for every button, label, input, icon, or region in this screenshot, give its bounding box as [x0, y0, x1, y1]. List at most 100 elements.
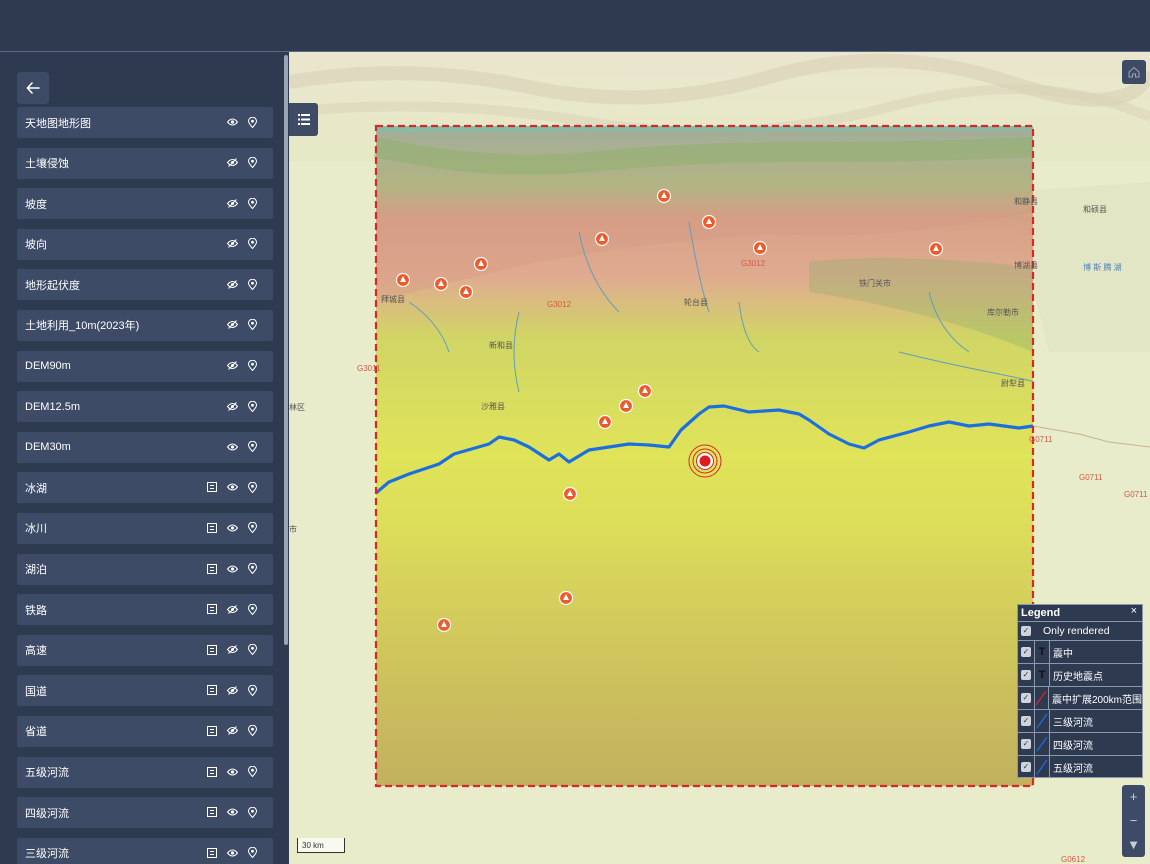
eye-icon[interactable]: [225, 805, 239, 819]
eye-icon[interactable]: [225, 846, 239, 860]
location-pin-icon[interactable]: [245, 277, 259, 291]
eye-off-icon[interactable]: [225, 602, 239, 616]
legend-item-checkbox[interactable]: ✓: [1021, 647, 1031, 657]
eye-icon[interactable]: [225, 765, 239, 779]
layer-item[interactable]: 高速: [17, 634, 273, 666]
only-rendered-checkbox[interactable]: ✓: [1021, 626, 1031, 636]
legend-item-checkbox[interactable]: ✓: [1021, 670, 1031, 680]
attribute-table-icon[interactable]: [205, 643, 219, 657]
legend-item[interactable]: ✓ 三级河流: [1018, 709, 1142, 732]
eye-off-icon[interactable]: [225, 724, 239, 738]
layer-item[interactable]: 土壤侵蚀: [17, 147, 273, 179]
location-pin-icon[interactable]: [245, 805, 259, 819]
layer-list-toggle-button[interactable]: [289, 103, 318, 136]
layer-item[interactable]: 五级河流: [17, 756, 273, 788]
home-button[interactable]: [1122, 60, 1146, 84]
attribute-table-icon[interactable]: [205, 765, 219, 779]
legend-item[interactable]: ✓ T 震中: [1018, 640, 1142, 663]
legend-item-checkbox[interactable]: ✓: [1021, 693, 1031, 703]
back-button[interactable]: [17, 72, 49, 104]
list-icon: [297, 114, 310, 125]
eye-off-icon[interactable]: [225, 196, 239, 210]
layer-item[interactable]: 土地利用_10m(2023年): [17, 309, 273, 341]
eye-icon[interactable]: [225, 562, 239, 576]
legend-item[interactable]: ✓ 震中扩展200km范围: [1018, 686, 1142, 709]
eye-off-icon[interactable]: [225, 156, 239, 170]
eye-off-icon[interactable]: [225, 683, 239, 697]
layer-item[interactable]: 地形起伏度: [17, 269, 273, 301]
attribute-table-icon[interactable]: [205, 683, 219, 697]
legend-item[interactable]: ✓ 四级河流: [1018, 732, 1142, 755]
zoom-out-button[interactable]: −: [1122, 809, 1145, 833]
legend-item-checkbox[interactable]: ✓: [1021, 762, 1031, 772]
legend-item[interactable]: ✓ T 历史地震点: [1018, 663, 1142, 686]
legend-item-checkbox[interactable]: ✓: [1021, 739, 1031, 749]
attribute-table-icon[interactable]: [205, 562, 219, 576]
layer-item[interactable]: 四级河流: [17, 797, 273, 829]
layer-item[interactable]: 三级河流: [17, 837, 273, 864]
attribute-table-icon[interactable]: [205, 480, 219, 494]
red-line-symbol-icon: [1033, 687, 1049, 709]
attribute-table-icon[interactable]: [205, 846, 219, 860]
legend-item-label: 震中: [1053, 648, 1073, 660]
eye-icon[interactable]: [225, 440, 239, 454]
eye-off-icon[interactable]: [225, 318, 239, 332]
blue-line-symbol-icon: [1034, 756, 1050, 778]
layer-item[interactable]: 湖泊: [17, 553, 273, 585]
legend-only-rendered-row[interactable]: ✓ Only rendered: [1018, 621, 1142, 640]
layer-controls: [225, 156, 259, 170]
attribute-table-icon[interactable]: [205, 521, 219, 535]
legend-item[interactable]: ✓ 五级河流: [1018, 755, 1142, 778]
layer-controls: [225, 318, 259, 332]
location-pin-icon[interactable]: [245, 480, 259, 494]
attribute-table-icon[interactable]: [205, 805, 219, 819]
eye-icon[interactable]: [225, 521, 239, 535]
layer-item[interactable]: DEM12.5m: [17, 391, 273, 423]
layer-item[interactable]: 国道: [17, 675, 273, 707]
eye-off-icon[interactable]: [225, 359, 239, 373]
layer-item[interactable]: 坡度: [17, 188, 273, 220]
sidebar-scrollbar[interactable]: [284, 55, 288, 645]
location-pin-icon[interactable]: [245, 602, 259, 616]
layer-controls: [225, 237, 259, 251]
attribute-table-icon[interactable]: [205, 724, 219, 738]
layer-item[interactable]: 坡向: [17, 228, 273, 260]
location-pin-icon[interactable]: [245, 237, 259, 251]
layer-item[interactable]: DEM30m: [17, 431, 273, 463]
zoom-down-button[interactable]: ▼: [1122, 833, 1145, 857]
location-pin-icon[interactable]: [245, 765, 259, 779]
eye-off-icon[interactable]: [225, 277, 239, 291]
layer-item[interactable]: 天地图地形图: [17, 107, 273, 138]
layer-item[interactable]: 铁路: [17, 594, 273, 626]
location-pin-icon[interactable]: [245, 115, 259, 129]
layer-controls: [205, 805, 259, 819]
eye-icon[interactable]: [225, 115, 239, 129]
location-pin-icon[interactable]: [245, 683, 259, 697]
location-pin-icon[interactable]: [245, 156, 259, 170]
eye-off-icon[interactable]: [225, 399, 239, 413]
location-pin-icon[interactable]: [245, 440, 259, 454]
location-pin-icon[interactable]: [245, 399, 259, 413]
legend-item-label: 四级河流: [1053, 740, 1093, 752]
layer-item[interactable]: 省道: [17, 715, 273, 747]
location-pin-icon[interactable]: [245, 643, 259, 657]
layer-item[interactable]: DEM90m: [17, 350, 273, 382]
location-pin-icon[interactable]: [245, 318, 259, 332]
zoom-control: + − ▼: [1122, 785, 1145, 857]
eye-off-icon[interactable]: [225, 643, 239, 657]
location-pin-icon[interactable]: [245, 562, 259, 576]
eye-icon[interactable]: [225, 480, 239, 494]
legend-item-checkbox[interactable]: ✓: [1021, 716, 1031, 726]
zoom-in-button[interactable]: +: [1122, 785, 1145, 809]
eye-off-icon[interactable]: [225, 237, 239, 251]
location-pin-icon[interactable]: [245, 196, 259, 210]
location-pin-icon[interactable]: [245, 846, 259, 860]
location-pin-icon[interactable]: [245, 521, 259, 535]
layer-item[interactable]: 冰川: [17, 512, 273, 544]
text-symbol-icon: T: [1034, 664, 1050, 686]
location-pin-icon[interactable]: [245, 724, 259, 738]
attribute-table-icon[interactable]: [205, 602, 219, 616]
legend-close-button[interactable]: ×: [1131, 605, 1137, 617]
location-pin-icon[interactable]: [245, 359, 259, 373]
layer-item[interactable]: 冰湖: [17, 472, 273, 504]
